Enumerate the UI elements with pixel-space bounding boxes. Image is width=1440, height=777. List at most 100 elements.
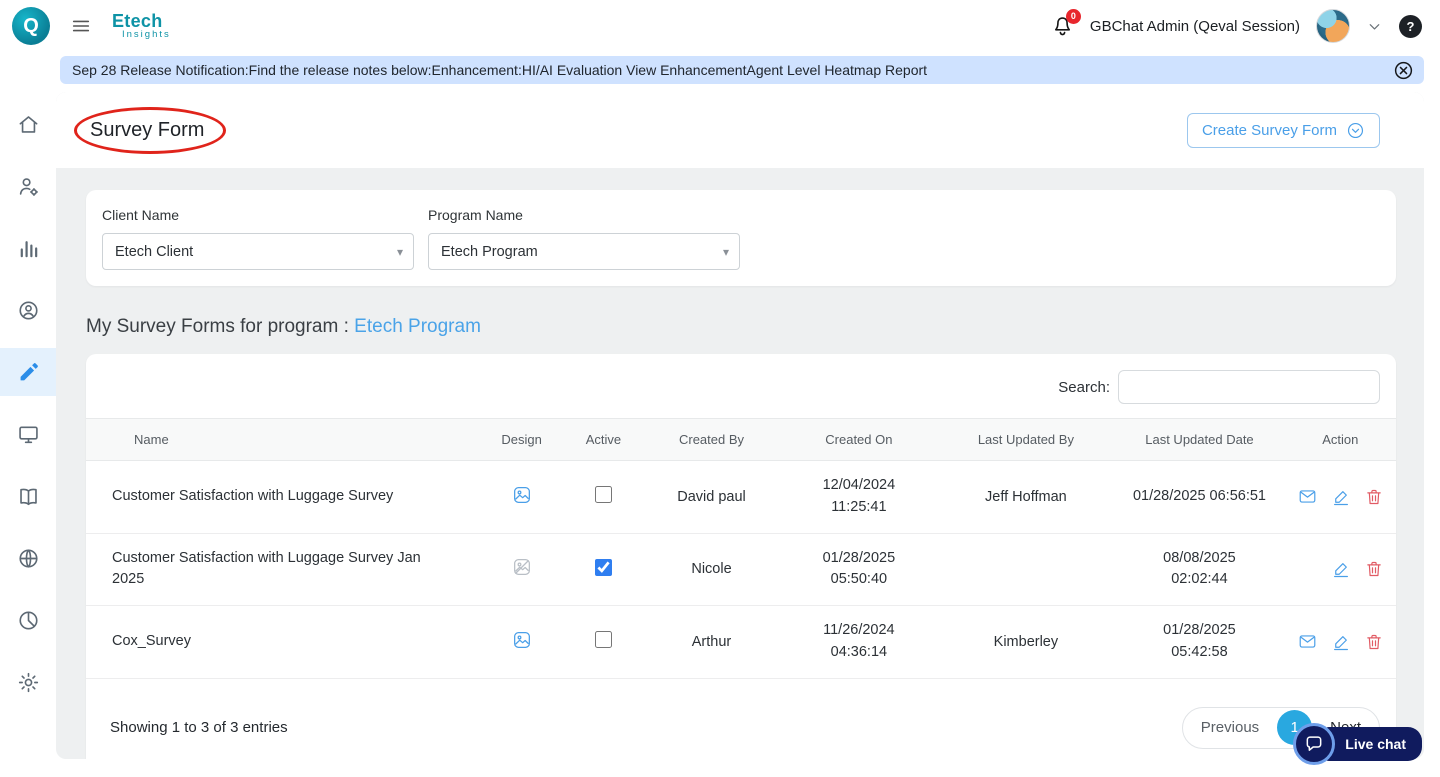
- filters-card: Client Name Etech Client ▾ Program Name …: [86, 190, 1396, 286]
- edit-action-icon[interactable]: [1332, 560, 1350, 578]
- sidebar-item-monitoring[interactable]: [0, 410, 56, 458]
- sidebar-item-agent[interactable]: [0, 286, 56, 334]
- last-updated-by: Jeff Hoffman: [937, 460, 1115, 534]
- last-updated-date: 08/08/2025 02:02:44: [1114, 533, 1285, 606]
- table-row: Customer Satisfaction with Luggage Surve…: [86, 460, 1396, 534]
- delete-action-icon[interactable]: [1365, 633, 1383, 651]
- column-header-active: Active: [564, 418, 643, 461]
- survey-table: Name Design Active Created By Created On…: [86, 418, 1396, 679]
- active-checkbox[interactable]: [594, 486, 612, 504]
- sidebar-item-library[interactable]: [0, 472, 56, 520]
- release-notification-banner: Sep 28 Release Notification:Find the rel…: [60, 56, 1424, 84]
- edit-action-icon[interactable]: [1332, 488, 1350, 506]
- book-icon: [17, 485, 40, 508]
- live-chat-button[interactable]: Live chat: [1293, 723, 1422, 765]
- chat-bubble-icon: [1293, 723, 1336, 765]
- survey-pen-icon: [17, 361, 40, 384]
- help-button[interactable]: ?: [1399, 14, 1422, 38]
- banner-close-icon[interactable]: [1393, 60, 1414, 81]
- empty-action-slot: [1298, 560, 1317, 579]
- create-survey-form-label: Create Survey Form: [1201, 121, 1337, 139]
- page-header: Survey Form Create Survey Form: [56, 92, 1424, 168]
- active-checkbox[interactable]: [594, 558, 612, 576]
- table-row: Cox_Survey Arthur 11/26/2024 04:36:14 Ki…: [86, 605, 1396, 679]
- column-header-action: Action: [1284, 418, 1396, 461]
- design-button[interactable]: [512, 485, 532, 505]
- delete-action-icon[interactable]: [1365, 560, 1383, 578]
- home-icon: [17, 113, 40, 136]
- created-on: 01/28/2025 05:50:40: [780, 533, 938, 606]
- brand-secondary-text: Insights: [122, 29, 171, 41]
- entries-summary: Showing 1 to 3 of 3 entries: [110, 719, 288, 736]
- page-title: Survey Form: [90, 118, 205, 141]
- table-row: Customer Satisfaction with Luggage Surve…: [86, 533, 1396, 606]
- column-header-created-on: Created On: [780, 418, 938, 461]
- created-by: Arthur: [642, 605, 781, 679]
- last-updated-date: 01/28/2025 06:56:51: [1114, 460, 1285, 534]
- bar-chart-icon: [17, 237, 40, 260]
- last-updated-date: 01/28/2025 05:42:58: [1114, 605, 1285, 679]
- caret-circle-icon: [1346, 121, 1365, 140]
- qeval-logo[interactable]: Q: [12, 7, 50, 45]
- program-select[interactable]: Etech Program ▾: [428, 233, 740, 270]
- column-header-design: Design: [479, 418, 565, 461]
- sidebar-item-reports[interactable]: [0, 596, 56, 644]
- section-heading-prefix: My Survey Forms for program :: [86, 316, 349, 337]
- survey-name: Customer Satisfaction with Luggage Surve…: [86, 533, 479, 606]
- dropdown-caret-icon: ▾: [722, 244, 729, 259]
- monitor-icon: [17, 423, 40, 446]
- settings-icon: [17, 671, 40, 694]
- top-bar: Q Etech Insights 0 GBChat Admin (Qeval S…: [0, 0, 1440, 52]
- created-by: David paul: [642, 460, 781, 534]
- sidebar: [0, 92, 56, 777]
- notification-bell-icon[interactable]: 0: [1051, 8, 1081, 38]
- brand-primary-text: Etech: [112, 10, 163, 31]
- table-header-row: Name Design Active Created By Created On…: [86, 418, 1396, 461]
- design-button[interactable]: [512, 630, 532, 650]
- column-header-last-updated-date: Last Updated Date: [1114, 418, 1285, 461]
- sidebar-item-analytics[interactable]: [0, 224, 56, 272]
- search-input[interactable]: [1118, 370, 1380, 404]
- mail-action-icon[interactable]: [1298, 487, 1317, 506]
- user-settings-icon: [17, 175, 40, 198]
- sidebar-item-survey[interactable]: [0, 348, 56, 396]
- banner-text: Sep 28 Release Notification:Find the rel…: [72, 62, 928, 78]
- client-select[interactable]: Etech Client ▾: [102, 233, 414, 270]
- created-on: 11/26/2024 04:36:14: [780, 605, 938, 679]
- survey-name: Cox_Survey: [86, 605, 479, 679]
- sidebar-item-user-management[interactable]: [0, 162, 56, 210]
- sidebar-item-global[interactable]: [0, 534, 56, 582]
- brand-logo: Etech Insights: [112, 10, 171, 41]
- sidebar-item-home[interactable]: [0, 100, 56, 148]
- section-program-link[interactable]: Etech Program: [354, 316, 481, 337]
- column-header-name: Name: [86, 418, 479, 461]
- dropdown-caret-icon: ▾: [396, 244, 403, 259]
- pagination-previous[interactable]: Previous: [1183, 719, 1277, 736]
- column-header-last-updated-by: Last Updated By: [937, 418, 1115, 461]
- last-updated-by: [937, 533, 1115, 606]
- active-checkbox[interactable]: [594, 631, 612, 649]
- client-select-value: Etech Client: [115, 243, 194, 260]
- mail-action-icon[interactable]: [1298, 632, 1317, 651]
- created-on: 12/04/2024 11:25:41: [780, 460, 938, 534]
- edit-action-icon[interactable]: [1332, 633, 1350, 651]
- banner-row: Sep 28 Release Notification:Find the rel…: [0, 52, 1440, 92]
- survey-name: Customer Satisfaction with Luggage Surve…: [86, 460, 479, 534]
- section-heading: My Survey Forms for program : Etech Prog…: [86, 316, 1396, 338]
- program-name-label: Program Name: [428, 207, 523, 223]
- sidebar-item-settings[interactable]: [0, 658, 56, 706]
- column-header-created-by: Created By: [642, 418, 781, 461]
- created-by: Nicole: [642, 533, 781, 606]
- last-updated-by: Kimberley: [937, 605, 1115, 679]
- design-button-disabled: [512, 557, 532, 577]
- globe-icon: [17, 547, 40, 570]
- delete-action-icon[interactable]: [1365, 488, 1383, 506]
- user-name: GBChat Admin (Qeval Session): [1089, 17, 1300, 35]
- avatar[interactable]: [1316, 9, 1350, 43]
- hamburger-menu-icon[interactable]: [70, 15, 92, 37]
- pie-chart-icon: [17, 609, 40, 632]
- create-survey-form-button[interactable]: Create Survey Form: [1186, 112, 1380, 148]
- user-menu-chevron-icon[interactable]: [1366, 18, 1383, 35]
- notification-badge: 0: [1065, 8, 1081, 24]
- program-select-value: Etech Program: [441, 243, 538, 260]
